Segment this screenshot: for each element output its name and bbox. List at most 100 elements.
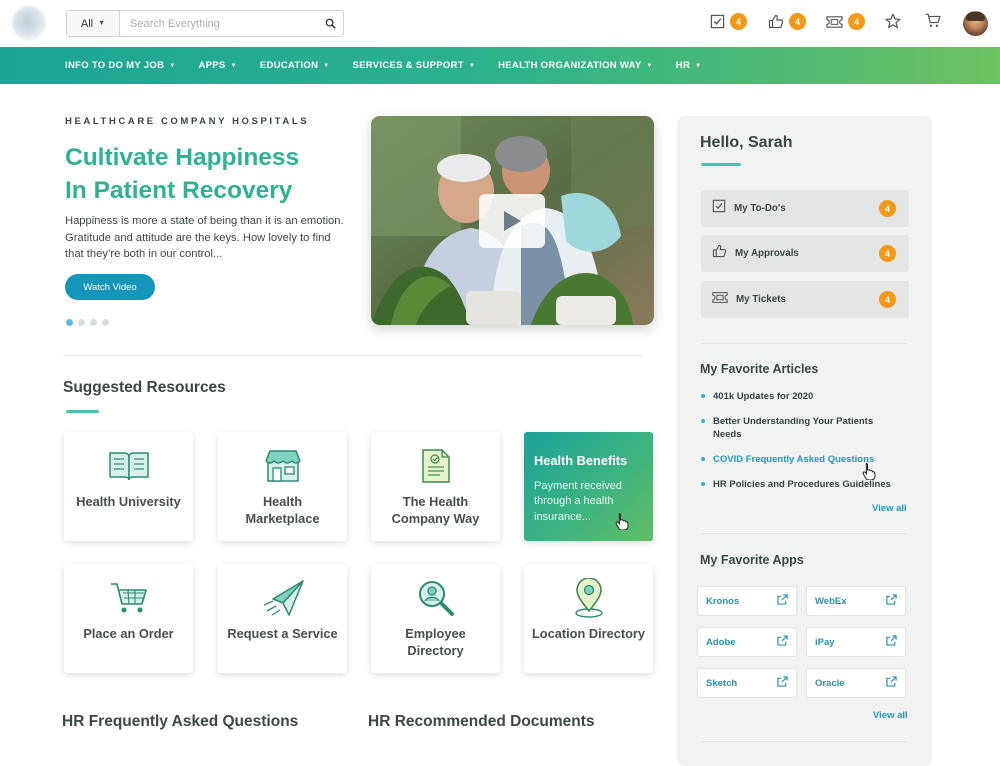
hero-title-line-1: Cultivate Happiness: [65, 144, 300, 171]
hr-faq-title: HR Frequently Asked Questions: [62, 713, 299, 730]
app-tile-ipay[interactable]: iPay: [806, 627, 906, 657]
app-label: WebEx: [815, 595, 847, 607]
app-tile-kronos[interactable]: Kronos: [697, 586, 797, 616]
approvals-shortcut[interactable]: 4: [768, 13, 806, 30]
favorite-articles-title: My Favorite Articles: [700, 362, 819, 376]
sidebar-divider: [701, 343, 907, 344]
tickets-shortcut[interactable]: 4: [826, 13, 865, 30]
carousel-dot[interactable]: [102, 319, 109, 326]
todo-shortcut[interactable]: 4: [710, 13, 747, 30]
tickets-badge: 4: [848, 13, 865, 30]
resource-card-health-marketplace[interactable]: Health Marketplace: [218, 432, 347, 541]
articles-view-all-link[interactable]: View all: [872, 503, 907, 514]
company-logo[interactable]: [12, 6, 46, 40]
bullet: [701, 419, 705, 423]
app-tile-adobe[interactable]: Adobe: [697, 627, 797, 657]
app-tile-sketch[interactable]: Sketch: [697, 668, 797, 698]
hero-title-line-2: In Patient Recovery: [65, 177, 293, 204]
carousel-dot[interactable]: [90, 319, 97, 326]
watch-video-button[interactable]: Watch Video: [65, 274, 155, 300]
book-icon: [107, 448, 151, 484]
app-label: Sketch: [706, 677, 738, 689]
external-link-icon: [777, 674, 788, 692]
nav-item-health-organization-way[interactable]: HEALTH ORGANIZATION WAY ▼: [498, 60, 653, 71]
approvals-badge: 4: [789, 13, 806, 30]
resource-card-health-company-way[interactable]: The Health Company Way: [371, 432, 500, 541]
search-scope-label: All: [80, 17, 94, 30]
article-link[interactable]: 401k Updates for 2020: [701, 390, 901, 403]
nav-label: EDUCATION: [259, 60, 319, 71]
card-label: Place an Order: [83, 626, 174, 641]
search-icon[interactable]: [317, 11, 343, 36]
cart-icon: [109, 580, 149, 616]
card-label: Employee Directory: [405, 626, 466, 658]
ticket-icon: [826, 15, 843, 29]
external-link-icon: [777, 633, 788, 651]
chevron-down-icon: ▼: [468, 62, 476, 69]
search-input[interactable]: [120, 11, 317, 36]
article-label: 401k Updates for 2020: [713, 391, 814, 402]
resource-card-health-benefits[interactable]: Health Benefits Payment received through…: [524, 432, 653, 541]
nav-item-hr[interactable]: HR ▼: [676, 60, 702, 71]
user-avatar[interactable]: [963, 11, 988, 36]
nav-item-info-to-do-my-job[interactable]: INFO TO DO MY JOB ▼: [65, 60, 175, 71]
hero-video-thumbnail[interactable]: [371, 116, 654, 325]
apps-view-all-link[interactable]: View all: [873, 710, 908, 721]
resource-card-employee-directory[interactable]: Employee Directory: [371, 564, 500, 673]
resource-card-place-an-order[interactable]: Place an Order: [64, 564, 193, 673]
nav-item-apps[interactable]: APPS ▼: [198, 60, 236, 71]
greeting: Hello, Sarah: [700, 134, 793, 151]
carousel-dot[interactable]: [66, 319, 73, 326]
nav-label: APPS: [198, 60, 226, 71]
paper-plane-icon: [261, 580, 305, 616]
main-nav: INFO TO DO MY JOB ▼ APPS ▼ EDUCATION ▼ SERV…: [0, 47, 1000, 84]
app-tile-oracle[interactable]: Oracle: [806, 668, 906, 698]
shopping-cart-icon[interactable]: [925, 13, 941, 28]
title-underline: [701, 163, 741, 166]
article-link[interactable]: Better Understanding Your Patients Needs: [701, 415, 901, 441]
task-my-tickets[interactable]: My Tickets 4: [701, 281, 909, 318]
hero-description: Happiness is more a state of being than …: [65, 215, 344, 260]
hero-title: Cultivate Happiness In Patient Recovery: [65, 141, 299, 207]
carousel-dots: [66, 319, 109, 326]
app-tile-webex[interactable]: WebEx: [806, 586, 906, 616]
resource-card-location-directory[interactable]: Location Directory: [524, 564, 653, 673]
article-label: COVID Frequently Asked Questions: [713, 454, 875, 465]
chevron-down-icon: ▼: [98, 20, 106, 27]
resource-card-request-a-service[interactable]: Request a Service: [218, 564, 347, 673]
section-divider: [63, 355, 643, 356]
nav-label: HEALTH ORGANIZATION WAY: [498, 60, 642, 71]
article-label: HR Policies and Procedures Guidelines: [713, 479, 891, 490]
map-pin-icon: [572, 578, 606, 618]
app-label: Adobe: [706, 636, 736, 648]
hero-kicker: HEALTHCARE COMPANY HOSPITALS: [65, 116, 310, 127]
article-label: Better Understanding Your Patients Needs: [713, 416, 874, 440]
hr-documents-title: HR Recommended Documents: [368, 713, 595, 730]
nav-label: HR: [675, 60, 691, 71]
card-description: Payment received through a health insura…: [534, 480, 623, 523]
nav-item-education[interactable]: EDUCATION ▼: [260, 60, 330, 71]
search-bar: All ▼: [66, 10, 344, 37]
bullet: [701, 457, 705, 461]
nav-item-services-support[interactable]: SERVICES & SUPPORT ▼: [353, 60, 476, 71]
chevron-down-icon: ▼: [695, 62, 702, 69]
favorites-star-icon[interactable]: [885, 13, 901, 29]
document-check-icon: [421, 448, 451, 484]
search-scope-dropdown[interactable]: All ▼: [67, 11, 120, 36]
sidebar-divider: [701, 741, 907, 742]
external-link-icon: [777, 592, 788, 610]
card-label: Request a Service: [227, 626, 338, 641]
carousel-dot[interactable]: [78, 319, 85, 326]
task-label: My Tickets: [736, 294, 786, 305]
article-link-highlighted[interactable]: COVID Frequently Asked Questions: [701, 453, 901, 466]
play-button[interactable]: [479, 194, 545, 248]
resource-card-health-university[interactable]: Health University: [64, 432, 193, 541]
suggested-resources-title: Suggested Resources: [63, 379, 226, 396]
task-label: My To-Do's: [734, 203, 786, 214]
chevron-down-icon: ▼: [323, 62, 330, 69]
nav-label: INFO TO DO MY JOB: [65, 60, 165, 71]
task-my-todos[interactable]: My To-Do's 4: [701, 190, 909, 227]
task-my-approvals[interactable]: My Approvals 4: [701, 235, 909, 272]
chevron-down-icon: ▼: [646, 62, 653, 69]
article-link[interactable]: HR Policies and Procedures Guidelines: [701, 478, 901, 491]
